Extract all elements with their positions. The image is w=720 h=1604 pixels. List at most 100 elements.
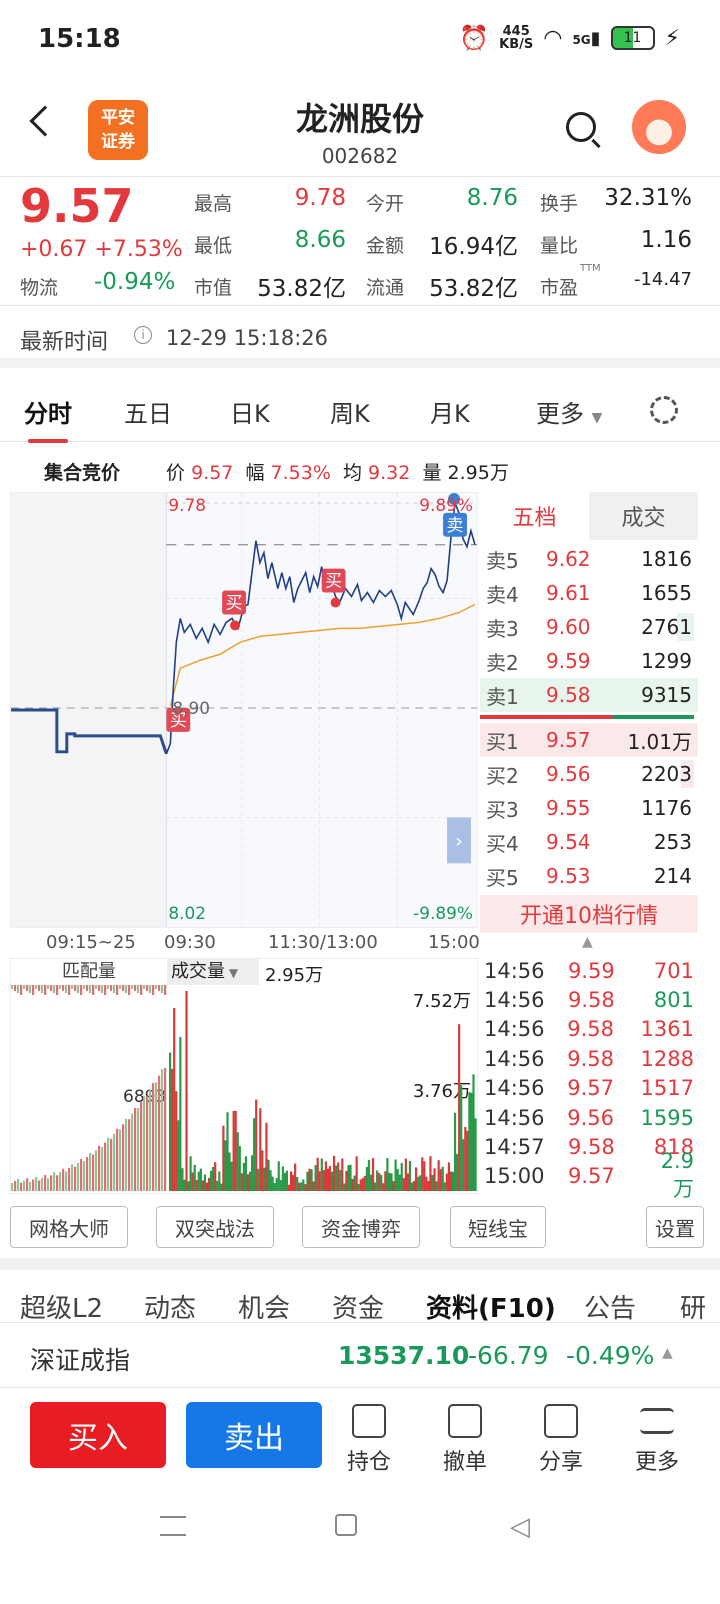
tab-weekly-k[interactable]: 周K (330, 394, 370, 429)
tab-monthly-k[interactable]: 月K (430, 394, 470, 429)
volume-bar (333, 1155, 336, 1191)
short-line-button[interactable]: 短线宝 (450, 1206, 546, 1248)
volume-bar (472, 1074, 475, 1191)
tick-price: 9.59 (568, 958, 615, 983)
caret-up-icon[interactable]: ▲ (582, 934, 593, 950)
volume-bar (349, 1164, 352, 1191)
volume-bar (146, 1095, 149, 1191)
volume-bar (246, 1174, 250, 1191)
volume-bar (212, 1166, 215, 1191)
volume-chart[interactable]: 匹配量 成交量 ▼ 2.95万 7.52万 3.76万 6893 (10, 958, 478, 1194)
volume-selector[interactable]: 成交量 ▼ (167, 959, 259, 985)
sector-label[interactable]: 物流 (20, 273, 58, 300)
positions-button[interactable]: 持仓 (334, 1404, 404, 1476)
ask-row[interactable]: 卖4 9.61 1655 (480, 576, 698, 610)
chart-tabs: 分时 五日 日K 周K 月K 更多 ▼ (0, 380, 720, 443)
level-volume: 1176 (641, 796, 692, 820)
tick-row: 14:56 9.58 801 (480, 985, 698, 1014)
avatar[interactable] (632, 100, 686, 154)
volume-bar (171, 1068, 174, 1191)
bid-row[interactable]: 买3 9.55 1176 (480, 791, 698, 825)
tab-five-level[interactable]: 五档 (480, 492, 589, 540)
tab-news[interactable]: 动态 (144, 1288, 196, 1325)
tab-announcement[interactable]: 公告 (584, 1288, 636, 1325)
open-level10-button[interactable]: 开通10档行情 (480, 895, 698, 933)
bid-row[interactable]: 买5 9.53 214 (480, 859, 698, 893)
share-button[interactable]: 分享 (526, 1404, 596, 1476)
buy-button[interactable]: 买入 (30, 1402, 166, 1468)
volume-bar (351, 1178, 354, 1191)
volume-bar (234, 1110, 237, 1191)
volume-bar (134, 1107, 137, 1191)
volume-bar (80, 1159, 83, 1191)
index-bar[interactable]: 深证成指 13537.10 -66.79 -0.49% ▲ (0, 1322, 720, 1388)
volume-bar (468, 1092, 471, 1191)
gear-icon[interactable] (650, 396, 678, 424)
auction-price: 9.57 (191, 462, 234, 484)
bid-row[interactable]: 买1 9.57 1.01万 (480, 723, 698, 757)
tab-research[interactable]: 研 (680, 1288, 706, 1325)
ask-row[interactable]: 卖1 9.58 9315 (480, 678, 698, 712)
match-bar (119, 985, 122, 989)
info-icon[interactable]: i (134, 326, 152, 344)
ask-row[interactable]: 卖2 9.59 1299 (480, 644, 698, 678)
search-icon[interactable] (566, 112, 596, 142)
more-button[interactable]: 更多 (622, 1404, 692, 1476)
volume-bar (337, 1162, 340, 1191)
bid-row[interactable]: 买2 9.56 2203 (480, 757, 698, 791)
tab-l2[interactable]: 超级L2 (20, 1288, 103, 1325)
ask-row[interactable]: 卖3 9.60 2761 (480, 610, 698, 644)
volume-bar (431, 1174, 434, 1191)
volume-bar (451, 1171, 455, 1191)
menu-icon[interactable] (160, 1516, 186, 1536)
volume-bar (339, 1169, 342, 1191)
bid-row[interactable]: 买4 9.54 253 (480, 825, 698, 859)
volume-bar (265, 1122, 268, 1191)
ask-row[interactable]: 卖5 9.62 1816 (480, 542, 698, 576)
tab-f10[interactable]: 资料(F10) (426, 1288, 556, 1325)
volume-bar (312, 1181, 315, 1191)
tab-five-day[interactable]: 五日 (124, 394, 172, 429)
stock-code: 002682 (321, 144, 399, 168)
volume-bar (429, 1156, 432, 1191)
level-label: 买3 (486, 797, 519, 822)
volume-bar (214, 1162, 217, 1191)
back-nav-icon[interactable]: ◁ (510, 1512, 530, 1542)
current-price: 9.57 (20, 179, 134, 233)
tick-volume: 1517 (640, 1076, 694, 1101)
tab-funds[interactable]: 资金 (332, 1288, 384, 1325)
intraday-chart[interactable]: 买 买 买 卖 9.78 9.89% 8.90 8.02 -9.89% › (10, 492, 478, 928)
tab-intraday[interactable]: 分时 (24, 394, 72, 443)
quote-value: 16.94亿 (429, 234, 518, 260)
volume-bar (314, 1165, 317, 1191)
sell-button[interactable]: 卖出 (186, 1402, 322, 1468)
volume-bar (17, 1178, 20, 1191)
volume-bar (236, 1132, 239, 1191)
tab-more[interactable]: 更多 ▼ (536, 394, 602, 429)
volume-bar (400, 1163, 403, 1191)
settings-button[interactable]: 设置 (646, 1206, 704, 1248)
match-bar (140, 985, 143, 995)
volume-bar (359, 1179, 362, 1191)
volume-bar (285, 1170, 289, 1191)
tick-price: 9.58 (568, 988, 615, 1013)
fund-game-button[interactable]: 资金博弈 (302, 1206, 420, 1248)
buy-mark: 买 (325, 571, 342, 591)
volume-bar (207, 1177, 211, 1191)
grid-master-button[interactable]: 网格大师 (10, 1206, 128, 1248)
volume-bar (110, 1138, 113, 1191)
volume-bar (433, 1168, 436, 1191)
home-icon[interactable] (335, 1514, 357, 1536)
volume-bar (83, 1161, 86, 1191)
tab-trades[interactable]: 成交 (589, 492, 698, 540)
match-bar (110, 985, 113, 991)
tab-daily-k[interactable]: 日K (230, 394, 270, 429)
level-volume: 1816 (641, 547, 692, 571)
volume-bar (437, 1160, 440, 1191)
volume-bar (220, 1183, 223, 1191)
cancel-order-button[interactable]: 撤单 (430, 1404, 500, 1476)
volume-bar (464, 1127, 467, 1191)
double-break-button[interactable]: 双突战法 (156, 1206, 274, 1248)
volume-bar (137, 1107, 140, 1191)
tab-opportunity[interactable]: 机会 (238, 1288, 290, 1325)
